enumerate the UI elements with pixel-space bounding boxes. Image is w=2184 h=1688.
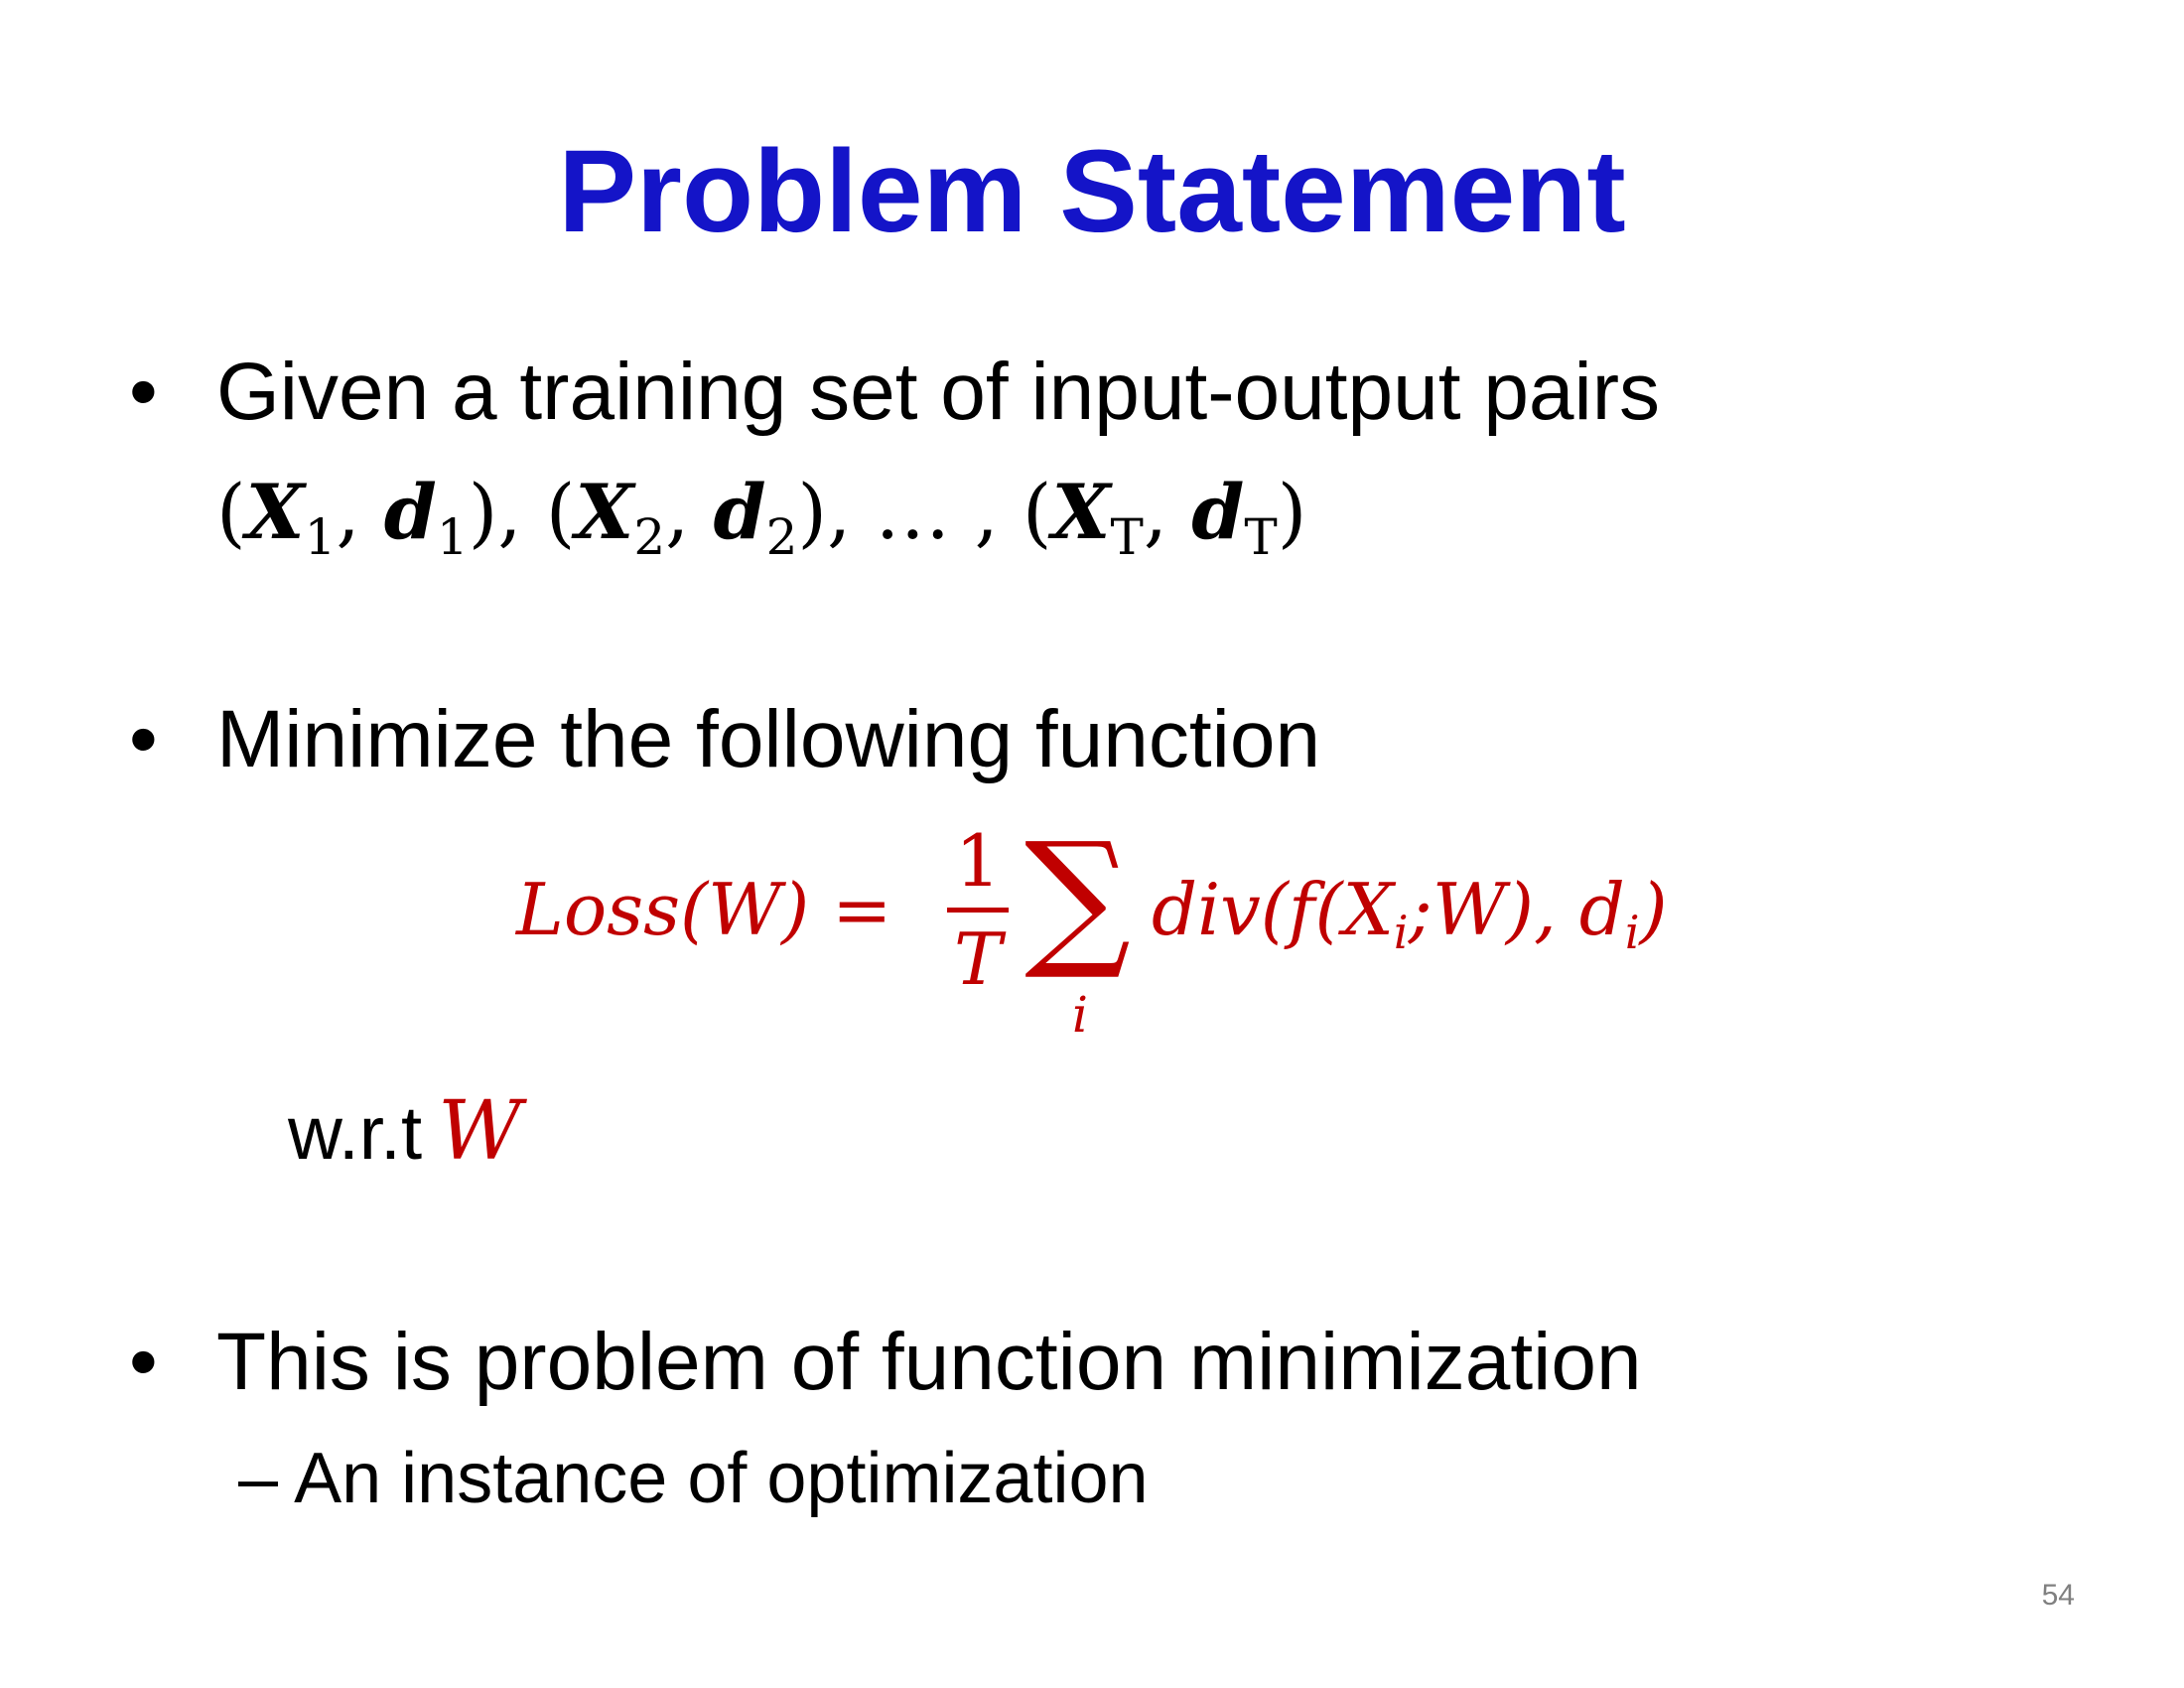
sum-symbol: ∑ [1024, 811, 1132, 984]
formula-rhs: div(f(Xi;W), di) [1152, 868, 1668, 959]
fraction-numerator: 1 [955, 819, 1001, 903]
pair-1: (X1, d1) [216, 468, 498, 566]
sub-bullet-dash: – [238, 1439, 279, 1518]
pairs-ellipsis: … [875, 468, 951, 556]
formula-lhs: Loss(W) = [516, 868, 892, 951]
bullet-text: This is problem of function minimization [216, 1317, 1642, 1407]
page-number: 54 [2041, 1579, 2075, 1612]
bullet-minimize: • Minimize the following function [129, 690, 1916, 789]
wrt-line: w.r.t W [288, 1082, 521, 1184]
bullet-dot-icon: • [129, 347, 158, 437]
formula-fraction: 1 T [943, 816, 1013, 1004]
bullet-text: Given a training set of input-output pai… [216, 347, 1661, 437]
bullet-dot-icon: • [129, 1317, 158, 1407]
fraction-denominator: T [953, 917, 1003, 1001]
sub-bullet-text: An instance of optimization [294, 1439, 1149, 1518]
wrt-label: w.r.t [288, 1091, 423, 1176]
bullet-dot-icon: • [129, 694, 158, 784]
sum-index: i [1072, 986, 1088, 1044]
bullet-text: Minimize the following function [216, 694, 1321, 784]
wrt-variable: W [438, 1084, 522, 1179]
slide-title: Problem Statement [558, 126, 1626, 257]
pair-2: (X2, d2) [545, 468, 828, 566]
bullet-function-minimization: • This is problem of function minimizati… [129, 1313, 1916, 1412]
fraction-bar [947, 908, 1009, 913]
sub-bullet-optimization: – An instance of optimization [238, 1434, 1149, 1523]
bullet-training-set: • Given a training set of input-output p… [129, 343, 1916, 442]
pair-T: (XT, dT) [1022, 468, 1307, 566]
training-pairs: (X1, d1), (X2, d2), … , (XT, dT) [216, 468, 1307, 566]
